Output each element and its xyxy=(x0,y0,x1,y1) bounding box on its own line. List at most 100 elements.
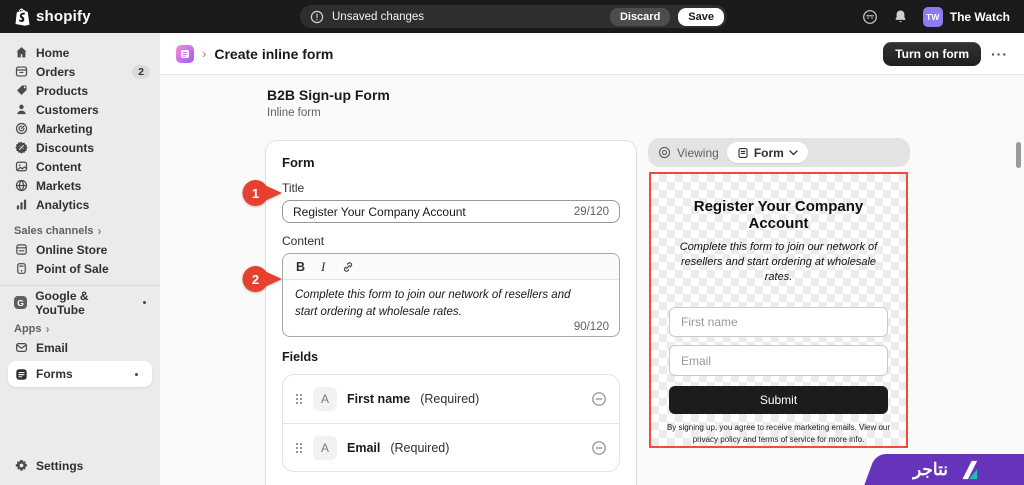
form-type-subheading: Inline form xyxy=(267,107,321,119)
preview-form-subtitle: Complete this form to join our network o… xyxy=(666,240,891,286)
sidebar-item-email[interactable]: Email xyxy=(0,338,160,357)
topbar: shopify Unsaved changes Discard Save TW … xyxy=(0,0,1024,33)
google-icon: G xyxy=(14,296,27,309)
title-input[interactable] xyxy=(293,205,566,219)
analytics-bars-icon xyxy=(14,198,28,211)
sidebar-item-home[interactable]: Home xyxy=(0,43,160,62)
status-dot xyxy=(135,373,138,376)
preview-mode-dropdown[interactable]: Form xyxy=(727,142,808,163)
svg-text:2: 2 xyxy=(252,272,259,287)
italic-button[interactable]: I xyxy=(321,259,325,275)
viewing-icon xyxy=(658,146,671,159)
annotation-pin-1: 1 xyxy=(242,179,283,207)
sidebar-item-analytics[interactable]: Analytics xyxy=(0,195,160,214)
forms-icon xyxy=(14,368,28,381)
inbox-icon[interactable] xyxy=(862,9,878,25)
chevron-right-icon: › xyxy=(46,322,50,336)
preview-email-input[interactable] xyxy=(669,345,888,376)
chevron-right-icon: › xyxy=(98,224,102,238)
field-row-email[interactable]: A Email (Required) xyxy=(283,423,619,471)
shopify-logo[interactable]: shopify xyxy=(0,8,91,26)
preview-toolbar: Viewing Form xyxy=(648,138,910,167)
watermark-text: نتاجر xyxy=(913,460,948,480)
watermark-logo-icon xyxy=(957,459,979,481)
form-section-title: Form xyxy=(282,155,620,170)
form-name-heading: B2B Sign-up Form xyxy=(267,87,390,103)
sidebar-item-forms[interactable]: Forms xyxy=(8,361,152,387)
sidebar-item-products[interactable]: Products xyxy=(0,81,160,100)
sidebar-item-google-youtube[interactable]: G Google & YouTube xyxy=(0,293,160,312)
chevron-down-icon xyxy=(789,150,798,156)
field-row-first-name[interactable]: A First name (Required) xyxy=(283,375,619,423)
sidebar-item-point-of-sale[interactable]: Point of Sale xyxy=(0,259,160,278)
content-label: Content xyxy=(282,234,620,248)
status-dot xyxy=(143,301,146,304)
markets-globe-icon xyxy=(14,179,28,192)
sidebar-item-orders[interactable]: Orders 2 xyxy=(0,62,160,81)
sidebar-item-content[interactable]: Content xyxy=(0,157,160,176)
fields-label: Fields xyxy=(282,350,620,364)
breadcrumb-separator: › xyxy=(202,46,206,61)
preview-submit-button[interactable]: Submit xyxy=(669,386,888,414)
link-icon[interactable] xyxy=(341,260,355,274)
sidebar-item-marketing[interactable]: Marketing xyxy=(0,119,160,138)
discounts-icon xyxy=(14,141,28,154)
rich-text-editor: B I Complete this form to join our netwo… xyxy=(282,253,620,337)
alert-circle-icon xyxy=(310,10,324,24)
orders-count-badge: 2 xyxy=(132,65,150,79)
point-of-sale-icon xyxy=(14,262,28,275)
form-editor-card: Form Title 29/120 Content B I Complete t… xyxy=(265,140,637,485)
text-field-type-icon: A xyxy=(313,387,337,411)
page-header: › Create inline form Turn on form ··· xyxy=(160,33,1024,75)
sidebar-item-customers[interactable]: Customers xyxy=(0,100,160,119)
svg-text:1: 1 xyxy=(252,186,259,201)
sales-channels-header[interactable]: Sales channels › xyxy=(0,222,160,240)
title-char-counter: 29/120 xyxy=(574,206,609,218)
apps-header[interactable]: Apps › xyxy=(0,320,160,338)
save-button[interactable]: Save xyxy=(678,8,724,26)
sidebar: Home Orders 2 Products Customers Marketi… xyxy=(0,33,160,485)
scrollbar-thumb[interactable] xyxy=(1016,142,1021,168)
unsaved-changes-text: Unsaved changes xyxy=(332,11,602,23)
marketing-icon xyxy=(14,122,28,135)
bold-button[interactable]: B xyxy=(296,260,305,274)
content-char-counter: 90/120 xyxy=(574,321,609,333)
preview-disclaimer: By signing up, you agree to receive mark… xyxy=(664,422,894,446)
email-icon xyxy=(14,341,28,354)
remove-field-icon[interactable] xyxy=(591,440,607,456)
sidebar-divider xyxy=(0,285,160,286)
preview-first-name-input[interactable] xyxy=(669,307,888,338)
main-area: › Create inline form Turn on form ··· B2… xyxy=(160,33,1024,485)
page-title: Create inline form xyxy=(214,46,333,62)
content-icon xyxy=(14,160,28,173)
drag-handle-icon[interactable] xyxy=(295,442,303,454)
avatar: TW xyxy=(923,7,943,27)
more-actions-icon[interactable]: ··· xyxy=(991,46,1008,62)
sidebar-item-settings[interactable]: Settings xyxy=(0,456,160,475)
turn-on-form-button[interactable]: Turn on form xyxy=(883,42,981,66)
home-icon xyxy=(14,46,28,59)
content-area: B2B Sign-up Form Inline form Form Title … xyxy=(160,75,1024,485)
discard-button[interactable]: Discard xyxy=(610,8,670,26)
user-name: The Watch xyxy=(950,10,1010,24)
customers-icon xyxy=(14,103,28,116)
title-input-wrapper: 29/120 xyxy=(282,200,620,223)
remove-field-icon[interactable] xyxy=(591,391,607,407)
sidebar-item-discounts[interactable]: Discounts xyxy=(0,138,160,157)
forms-app-icon xyxy=(176,45,194,63)
products-tag-icon xyxy=(14,84,28,97)
user-menu[interactable]: TW The Watch xyxy=(923,7,1010,27)
drag-handle-icon[interactable] xyxy=(295,393,303,405)
content-text: Complete this form to join our network o… xyxy=(295,287,588,320)
rte-toolbar: B I xyxy=(283,254,619,280)
text-field-type-icon: A xyxy=(313,436,337,460)
unsaved-changes-bar: Unsaved changes Discard Save xyxy=(300,5,727,28)
fields-list: A First name (Required) A Email (Require… xyxy=(282,374,620,472)
gear-icon xyxy=(14,459,28,472)
viewing-label-group: Viewing xyxy=(658,146,719,160)
sidebar-item-online-store[interactable]: Online Store xyxy=(0,240,160,259)
sidebar-item-markets[interactable]: Markets xyxy=(0,176,160,195)
annotation-pin-2: 2 xyxy=(242,265,283,293)
notifications-bell-icon[interactable] xyxy=(893,9,908,25)
rte-body[interactable]: Complete this form to join our network o… xyxy=(283,280,619,336)
